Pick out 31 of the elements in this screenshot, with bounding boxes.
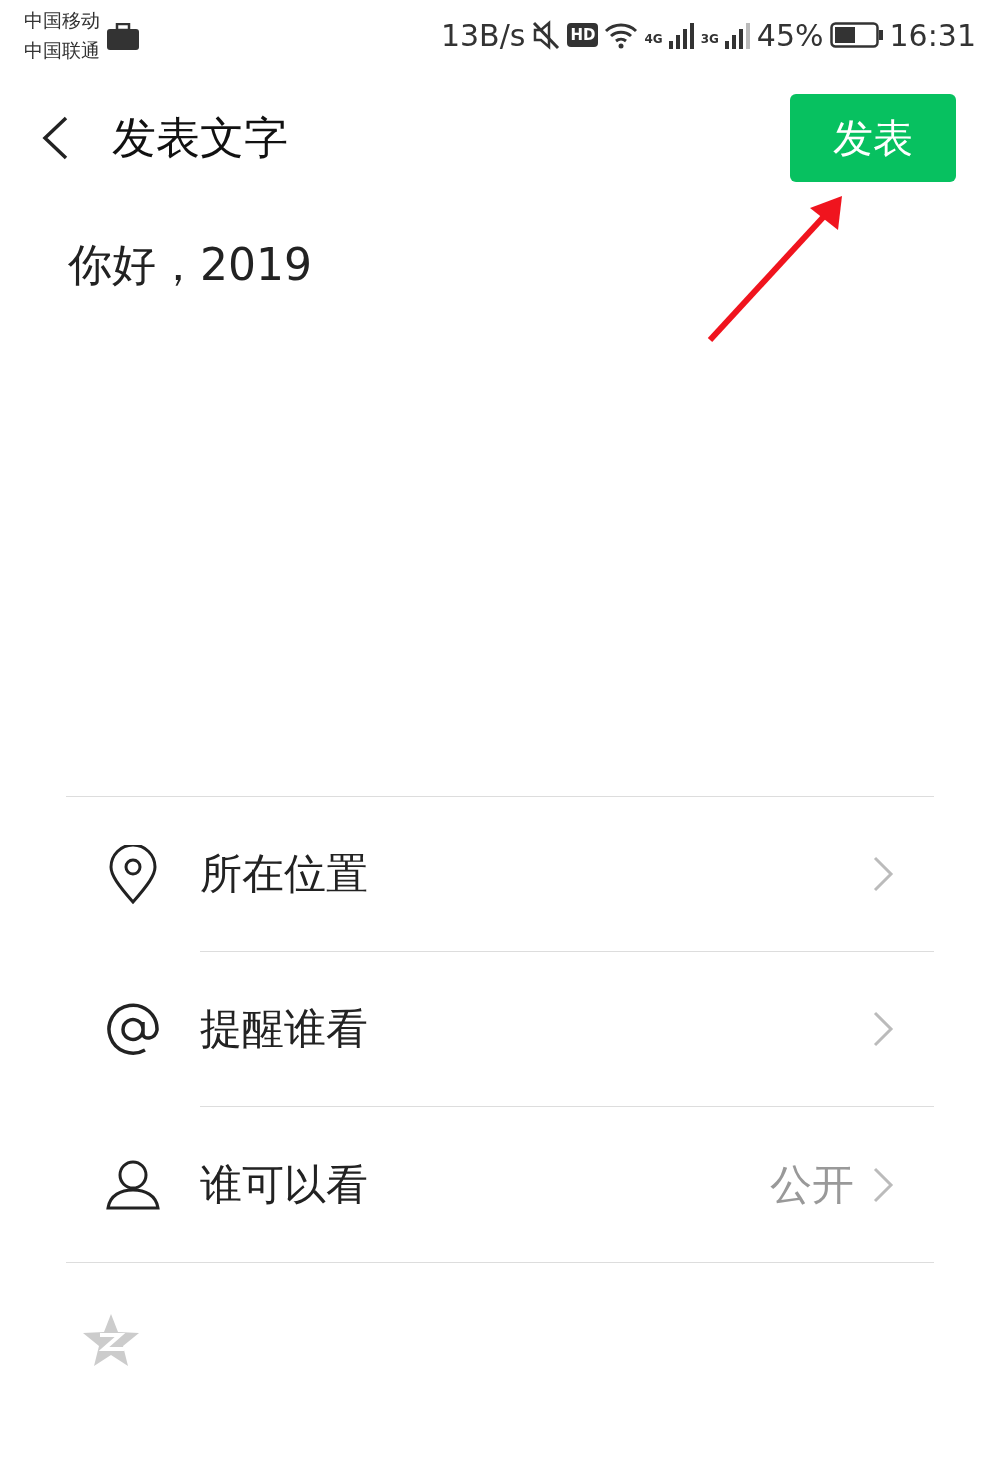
briefcase-icon	[106, 23, 140, 51]
option-label: 谁可以看	[200, 1158, 368, 1211]
option-label: 所在位置	[200, 848, 368, 900]
battery-percent: 45%	[756, 17, 824, 53]
at-sign-icon	[105, 1001, 161, 1058]
chevron-icon	[872, 1010, 894, 1048]
option-row[interactable]: 所在位置	[66, 797, 934, 952]
location-pin-icon	[108, 844, 158, 905]
page-title: 发表文字	[112, 110, 288, 165]
option-label: 提醒谁看	[200, 1003, 368, 1055]
battery-icon	[829, 22, 884, 48]
back-icon[interactable]	[40, 115, 70, 161]
person-icon	[105, 1158, 161, 1211]
network-speed: 13B/s	[440, 17, 526, 53]
clock-time: 16:31	[889, 17, 976, 53]
wifi-icon	[604, 21, 639, 49]
hd-badge: HD	[567, 23, 599, 47]
signal-icon	[668, 21, 695, 49]
post-text[interactable]: 你好，2019	[0, 206, 1000, 796]
network-type: 3G	[700, 31, 719, 46]
carrier-name: 中国移动	[24, 8, 100, 33]
carrier-name: 中国联通	[24, 38, 100, 63]
network-type: 4G	[644, 31, 663, 46]
chevron-icon	[872, 855, 894, 893]
option-value: 公开	[770, 1158, 854, 1211]
option-row[interactable]: 提醒谁看	[66, 952, 934, 1107]
muted-speaker-icon	[531, 20, 562, 50]
option-row[interactable]: 谁可以看 公开	[66, 1107, 934, 1262]
chevron-icon	[872, 1165, 894, 1204]
signal-icon	[724, 21, 751, 49]
star-logo-icon[interactable]	[82, 1313, 140, 1367]
